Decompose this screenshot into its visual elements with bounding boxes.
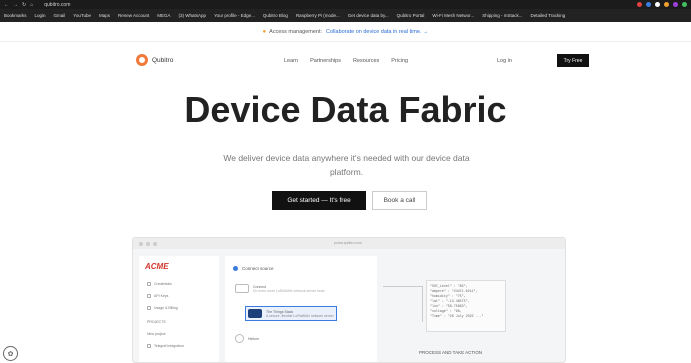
browser-nav: ← → ↻ ⌂ xyxy=(4,2,33,8)
extension-icon[interactable] xyxy=(637,2,642,7)
source-card-selected: The Things Stack A secure, flexible LoRa… xyxy=(245,306,337,321)
sidebar-item-label: Telegraf Integration xyxy=(154,344,184,348)
login-link[interactable]: Log in xyxy=(497,58,512,64)
api-key-icon xyxy=(147,294,151,298)
bookmark-item[interactable]: Renew Account xyxy=(118,13,149,18)
app-preview-url: portal.qubitro.com xyxy=(333,241,362,245)
bookmark-item[interactable]: Shipping - mStack... xyxy=(482,13,522,18)
bookmark-item[interactable]: Your profile - Edge... xyxy=(214,13,255,18)
sidebar-item: Telegraf Integration xyxy=(147,344,184,348)
connect-source-label: Connect source xyxy=(242,266,274,271)
logo[interactable]: Qubitro xyxy=(136,54,173,66)
main-nav: Learn Partnerships Resources Pricing xyxy=(284,58,408,64)
logo-text: Qubitro xyxy=(152,56,174,64)
source-card: Helium xyxy=(235,334,259,343)
bookmark-item[interactable]: Qubitro Portal xyxy=(397,13,425,18)
process-label: PROCESS AND TAKE ACTION xyxy=(419,350,483,355)
forward-icon[interactable]: → xyxy=(13,2,18,8)
try-free-button[interactable]: Try Free xyxy=(557,54,589,67)
extension-icon[interactable] xyxy=(673,2,678,7)
cookie-settings-icon[interactable]: ✿ xyxy=(3,346,18,361)
bookmark-item[interactable]: MEGA xyxy=(157,13,170,18)
connect-source-step: Connect source xyxy=(233,266,274,271)
sidebar-item-label: Usage & Billing xyxy=(154,306,178,310)
extensions-area xyxy=(637,2,691,7)
back-icon[interactable]: ← xyxy=(4,2,9,8)
sidebar-item: Credentials xyxy=(147,282,172,286)
extension-icon[interactable] xyxy=(655,2,660,7)
home-icon[interactable]: ⌂ xyxy=(30,2,33,8)
window-dot-icon xyxy=(139,241,143,246)
card-subtitle: Do even more LoRaWAN network server tool… xyxy=(253,288,325,293)
json-line: "Time" : "26 July 2023 ..." xyxy=(430,314,484,318)
json-payload: "SOC_Level" : "85", "ampere" : "24471.62… xyxy=(426,280,506,332)
nav-pricing[interactable]: Pricing xyxy=(391,58,408,64)
bookmark-item[interactable]: Login xyxy=(35,13,46,18)
step-icon xyxy=(233,266,238,271)
card-subtitle: A secure, flexible LoRaWAN network serve… xyxy=(266,313,334,318)
bookmark-item[interactable]: Wi-Fi Mesh Networ... xyxy=(432,13,474,18)
extension-icon[interactable] xyxy=(646,2,651,7)
extension-icon[interactable] xyxy=(682,2,687,7)
sidebar-section: PROJECTS xyxy=(147,320,166,324)
app-preview-screenshot: portal.qubitro.com ACME Credentials API … xyxy=(132,237,566,363)
announcement-text: Access management: xyxy=(269,28,323,35)
credentials-icon xyxy=(147,282,151,286)
sidebar-item-label: Credentials xyxy=(154,282,172,286)
things-stack-icon xyxy=(248,309,262,318)
app-preview-sidebar: ACME Credentials API Keys Usage & Billin… xyxy=(139,256,219,362)
nav-partnerships[interactable]: Partnerships xyxy=(310,58,341,64)
acme-brand: ACME xyxy=(145,262,169,271)
sidebar-item: New project xyxy=(147,332,165,336)
cloud-icon xyxy=(235,284,249,293)
extension-icon[interactable] xyxy=(664,2,669,7)
billing-icon xyxy=(147,306,151,310)
address-bar[interactable]: qubitro.com xyxy=(44,2,70,8)
bookmark-item[interactable]: Gmail xyxy=(54,13,66,18)
card-title: Helium xyxy=(248,336,259,341)
hero-subtitle: We deliver device data anywhere it's nee… xyxy=(223,153,470,177)
sidebar-item: API Keys xyxy=(147,294,168,298)
bookmark-item[interactable]: Detailed Tracking xyxy=(530,13,565,18)
hero-title: Device Data Fabric xyxy=(184,89,507,130)
browser-toolbar: ← → ↻ ⌂ qubitro.com xyxy=(0,0,691,9)
integration-icon xyxy=(147,344,151,348)
sidebar-item: Usage & Billing xyxy=(147,306,178,310)
qubitro-logo-icon xyxy=(136,54,148,66)
announcement-bar: ● Access management: Collaborate on devi… xyxy=(0,22,691,42)
book-call-button[interactable]: Book a call xyxy=(372,191,427,210)
nav-resources[interactable]: Resources xyxy=(353,58,379,64)
bookmark-item[interactable]: Get device data by... xyxy=(348,13,389,18)
site-header: Qubitro Learn Partnerships Resources Pri… xyxy=(0,50,691,74)
bookmark-item[interactable]: Bookmarks xyxy=(4,13,27,18)
announcement-icon: ● xyxy=(262,28,267,35)
bookmark-item[interactable]: YouTube xyxy=(73,13,91,18)
bookmark-item[interactable]: Raspberry Pi (mode... xyxy=(296,13,340,18)
get-started-button[interactable]: Get started — It's free xyxy=(272,191,366,210)
bookmarks-bar: Bookmarks Login Gmail YouTube Maps Renew… xyxy=(0,9,691,22)
window-dot-icon xyxy=(153,241,157,246)
sidebar-item-label: PROJECTS xyxy=(147,320,166,324)
source-card: Connect Do even more LoRaWAN network ser… xyxy=(235,284,325,293)
reload-icon[interactable]: ↻ xyxy=(22,2,26,8)
helium-icon xyxy=(235,334,244,343)
sidebar-item-label: New project xyxy=(147,332,166,336)
bookmark-item[interactable]: Maps xyxy=(99,13,110,18)
announcement-link[interactable]: Collaborate on device data in real time.… xyxy=(326,29,428,35)
window-dot-icon xyxy=(146,241,150,246)
app-preview-window-bar: portal.qubitro.com xyxy=(133,238,565,249)
sidebar-item-label: API Keys xyxy=(154,294,169,298)
bookmark-item[interactable]: (3) WhatsApp xyxy=(179,13,207,18)
flow-connector xyxy=(383,286,423,322)
nav-learn[interactable]: Learn xyxy=(284,58,298,64)
app-preview-main: Connect source Connect Do even more LoRa… xyxy=(225,256,377,362)
bookmark-item[interactable]: Qubitro Blog xyxy=(263,13,288,18)
